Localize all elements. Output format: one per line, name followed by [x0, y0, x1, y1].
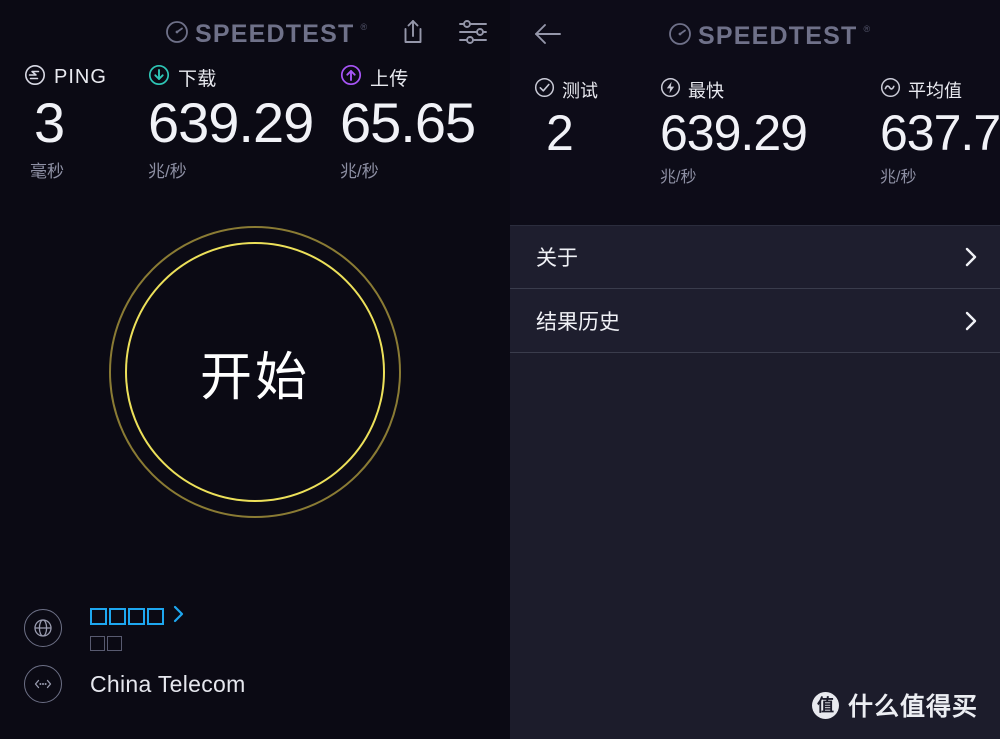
sliders-settings-icon[interactable] [458, 19, 488, 50]
speedtest-logo: SPEEDTEST ® [165, 20, 367, 49]
left-metrics-row: PING 3 毫秒 下载 639.29 兆/秒 上传 65.65 兆/秒 [0, 64, 510, 182]
metric-download-unit: 兆/秒 [148, 161, 187, 181]
server-chevron-icon[interactable] [173, 605, 185, 628]
missing-glyph-box [128, 608, 145, 625]
watermark-text: 什么值得买 [847, 693, 978, 721]
toolbar-actions [400, 18, 488, 51]
metric-tests-value: 2 [546, 105, 574, 161]
trademark-mark: ® [863, 24, 871, 34]
metric-average-value: 637.77 [880, 105, 1000, 161]
metric-ping-head: PING [24, 64, 140, 91]
chevron-right-icon [964, 246, 978, 268]
settings-menu-list: 关于 结果历史 [510, 225, 1000, 353]
missing-glyph-box [147, 608, 164, 625]
download-arrow-circle-icon [148, 64, 170, 91]
missing-glyph-box [90, 636, 105, 651]
speedometer-gauge-icon [165, 20, 189, 49]
upload-arrow-circle-icon [340, 64, 362, 91]
brand-text: SPEEDTEST [698, 22, 858, 50]
metric-tests-head: 测试 [534, 77, 650, 103]
isp-name: China Telecom [90, 670, 246, 697]
server-name-block [90, 605, 185, 651]
connection-circle-icon [24, 665, 62, 703]
metric-tests-label: 测试 [562, 81, 598, 101]
metric-upload-unit: 兆/秒 [340, 161, 379, 181]
trademark-mark: ® [360, 22, 368, 32]
missing-glyph-box [109, 608, 126, 625]
metric-average-label: 平均值 [908, 81, 962, 101]
metric-average-unit: 兆/秒 [880, 169, 917, 186]
missing-glyph-box [90, 608, 107, 625]
metric-upload-label: 上传 [370, 68, 409, 90]
right-panel-header: SPEEDTEST ® 测试 2 最快 639.29 兆/秒 平均值 637.7… [510, 0, 1000, 225]
start-button-label: 开始 [199, 348, 310, 407]
missing-glyph-box [107, 636, 122, 651]
metric-fastest-head: 最快 [660, 77, 880, 103]
metric-download: 下载 639.29 兆/秒 [140, 64, 340, 182]
right-panel: SPEEDTEST ® 测试 2 最快 639.29 兆/秒 平均值 637.7… [510, 0, 1000, 739]
brand-text: SPEEDTEST [195, 20, 355, 48]
speedometer-gauge-icon [668, 22, 692, 51]
metric-fastest: 最快 639.29 兆/秒 [650, 77, 880, 187]
metric-ping-label: PING [54, 65, 107, 88]
start-test-button[interactable]: 开始 [109, 226, 401, 518]
server-name-line1 [90, 605, 185, 628]
metric-average-head: 平均值 [880, 77, 1000, 103]
left-toolbar: SPEEDTEST ® [0, 0, 510, 68]
start-ring-inner[interactable]: 开始 [125, 242, 385, 502]
metric-upload-value: 65.65 [340, 91, 476, 154]
metric-download-head: 下载 [148, 64, 340, 91]
metric-ping: PING 3 毫秒 [0, 64, 140, 182]
globe-circle-icon [24, 609, 62, 647]
metric-ping-unit: 毫秒 [30, 161, 64, 181]
watermark-badge: 值 [811, 691, 839, 719]
left-panel: SPEEDTEST ® PING 3 毫秒 下载 639.29 兆/秒 上传 6… [0, 0, 510, 739]
right-metrics-row: 测试 2 最快 639.29 兆/秒 平均值 637.7 兆/秒 [510, 77, 1000, 187]
check-circle-icon [534, 77, 555, 103]
back-arrow-icon[interactable] [532, 20, 566, 53]
ping-circle-icon [24, 64, 46, 91]
speedtest-app-screen: SPEEDTEST ® PING 3 毫秒 下载 639.29 兆/秒 上传 6… [0, 0, 1000, 739]
chevron-right-icon [964, 310, 978, 332]
menu-item-label: 结果历史 [536, 310, 620, 334]
metric-upload-head: 上传 [340, 64, 510, 91]
menu-item-label: 关于 [536, 247, 578, 270]
metric-fastest-value: 639.29 [660, 105, 808, 161]
wave-circle-icon [880, 77, 901, 103]
menu-item-result-history[interactable]: 结果历史 [510, 289, 1000, 353]
lightning-circle-icon [660, 77, 681, 103]
menu-item-about[interactable]: 关于 [510, 225, 1000, 289]
metric-fastest-unit: 兆/秒 [660, 169, 697, 186]
speedtest-logo-right: SPEEDTEST ® [668, 22, 870, 51]
metric-ping-value: 3 [34, 91, 65, 154]
metric-download-value: 639.29 [148, 91, 314, 154]
share-icon[interactable] [400, 18, 426, 51]
server-name-line2 [90, 636, 185, 651]
metric-average: 平均值 637.77 兆/秒 [880, 77, 1000, 187]
isp-row[interactable]: China Telecom [24, 665, 246, 703]
server-selector[interactable] [24, 605, 185, 651]
metric-download-label: 下载 [178, 68, 217, 90]
metric-fastest-label: 最快 [688, 81, 724, 101]
metric-upload: 上传 65.65 兆/秒 [340, 64, 510, 182]
metric-tests: 测试 2 [510, 77, 650, 187]
watermark: 值 什么值得买 [811, 687, 978, 723]
